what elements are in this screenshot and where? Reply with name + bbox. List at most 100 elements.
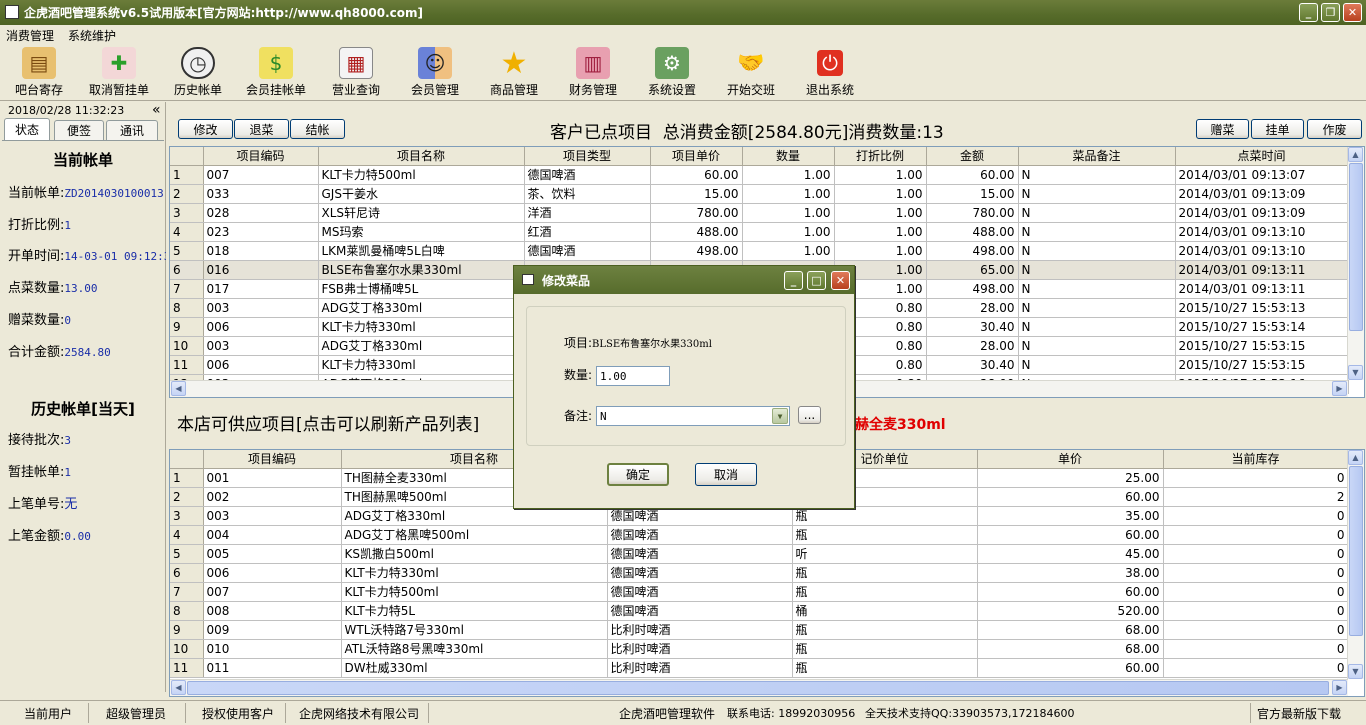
column-header[interactable]: 项目单价 [650,147,743,166]
modify-button[interactable]: 修改 [178,119,233,139]
window-title: 企虎酒吧管理系统v6.5试用版本[官方网站:http://www.qh8000.… [24,6,424,20]
column-header[interactable]: 菜品备注 [1018,147,1176,166]
supply-title[interactable]: 本店可供应项目[点击可以刷新产品列表] [177,410,479,435]
power-icon: ⏻ [817,50,843,76]
table-cell: 498.00 [650,241,743,261]
table-cell: 60.00 [926,165,1019,185]
query-button[interactable]: ▦ 营业查询 [317,47,395,99]
row-number: 6 [170,563,204,583]
item-value: BLSE布鲁塞尔水果330ml [592,339,712,350]
scroll-up-icon[interactable]: ▲ [1348,450,1363,465]
table-row[interactable]: 1 007 KLT卡力特500ml 德国啤酒 60.00 1.00 1.00 60.00 N 20… [170,165,1349,185]
column-header[interactable]: 项目类型 [524,147,651,166]
column-header[interactable]: 点菜时间 [1175,147,1349,166]
exit-button[interactable]: ⏻ 退出系统 [791,47,869,99]
minimize-button[interactable]: _ [1299,3,1318,22]
storage-button[interactable]: ▤ 吧台寄存 [0,47,78,99]
table-cell: 瓶 [792,563,978,583]
dialog-minimize-button[interactable]: _ [784,271,803,290]
history-button[interactable]: ◷ 历史帐单 [159,47,237,99]
cancel-hold-icon: ✚ [102,47,136,79]
table-row[interactable]: 9 009 WTL沃特路7号330ml 比利时啤酒瓶 68.00 0 [170,620,1349,640]
download-link[interactable]: 官方最新版下载 [1257,705,1341,722]
scroll-right-icon[interactable]: ▶ [1332,680,1347,695]
scroll-thumb[interactable] [1349,466,1363,636]
supply-hscroll[interactable]: ◀ ▶ [170,679,1348,696]
qty-input[interactable]: 1.00 [596,366,670,386]
cancel-button[interactable]: 取消 [695,463,757,486]
table-cell: 2014/03/01 09:13:07 [1175,165,1349,185]
tab-status[interactable]: 状态 [4,118,50,140]
scroll-down-icon[interactable]: ▼ [1348,365,1363,380]
finance-button[interactable]: ▥ 财务管理 [554,47,632,99]
member-mgmt-button[interactable]: ☺ 会员管理 [396,47,474,99]
column-header[interactable]: 数量 [742,147,835,166]
orders-vscroll[interactable]: ▲ ▼ [1347,147,1364,380]
table-row[interactable]: 3 028 XLS轩尼诗 洋酒 780.00 1.00 1.00 780.00 N 2014/03… [170,203,1349,223]
tab-comm[interactable]: 通讯 [106,120,158,140]
maximize-button[interactable]: ❐ [1321,3,1340,22]
note-select[interactable]: N ▼ [596,406,790,426]
scroll-thumb[interactable] [1349,163,1363,331]
menu-consumption[interactable]: 消费管理 [6,27,54,44]
column-header[interactable]: 项目编码 [203,450,342,469]
column-header[interactable]: 当前库存 [1163,450,1349,469]
table-cell: 60.00 [977,658,1164,678]
table-row[interactable]: 11 011 DW杜威330ml 比利时啤酒瓶 60.00 0 [170,658,1349,678]
table-cell: 0 [1163,506,1349,526]
scroll-down-icon[interactable]: ▼ [1348,664,1363,679]
row-number: 1 [170,165,204,185]
column-header[interactable]: 单价 [977,450,1164,469]
scroll-left-icon[interactable]: ◀ [171,381,186,396]
hold-button[interactable]: 挂单 [1251,119,1304,139]
table-cell: 017 [203,279,319,299]
table-cell: 003 [203,298,319,318]
return-button[interactable]: 退菜 [234,119,289,139]
table-cell: 1.00 [834,241,927,261]
tab-notes[interactable]: 便签 [54,120,104,140]
storage-icon: ▤ [22,47,56,79]
checkout-button[interactable]: 结帐 [290,119,345,139]
table-cell: 60.00 [977,487,1164,507]
cancel-hold-button[interactable]: ✚ 取消暂挂单 [80,47,158,99]
hscroll-thumb[interactable] [187,681,1329,695]
dialog-title-bar: 修改菜品 _ □ ✕ [514,266,854,294]
table-row[interactable]: 5 005 KS凯撒白500ml 德国啤酒听 45.00 0 [170,544,1349,564]
dialog-close-button[interactable]: ✕ [831,271,850,290]
shift-button[interactable]: 🤝 开始交班 [712,47,790,99]
table-row[interactable]: 8 008 KLT卡力特5L 德国啤酒桶 520.00 0 [170,601,1349,621]
column-header[interactable]: 项目编码 [203,147,319,166]
member-bill-button[interactable]: $ 会员挂帐单 [237,47,315,99]
more-button[interactable]: ... [798,406,821,424]
table-row[interactable]: 6 006 KLT卡力特330ml 德国啤酒瓶 38.00 0 [170,563,1349,583]
table-row[interactable]: 4 004 ADG艾丁格黑啤500ml 德国啤酒瓶 60.00 0 [170,525,1349,545]
collapse-icon[interactable]: « [152,102,161,118]
dialog-app-icon [522,274,534,285]
column-header[interactable]: 金额 [926,147,1019,166]
table-row[interactable]: 7 007 KLT卡力特500ml 德国啤酒瓶 60.00 0 [170,582,1349,602]
chevron-down-icon[interactable]: ▼ [772,408,788,424]
goods-button[interactable]: ★ 商品管理 [475,46,553,99]
table-cell: 2014/03/01 09:13:10 [1175,222,1349,242]
gift-button[interactable]: 赠菜 [1196,119,1249,139]
close-button[interactable]: ✕ [1343,3,1362,22]
scroll-up-icon[interactable]: ▲ [1348,147,1363,162]
table-row[interactable]: 5 018 LKM莱凯曼桶啤5L白啤 德国啤酒 498.00 1.00 1.00 498.00… [170,241,1349,261]
table-cell: 1.00 [742,184,835,204]
ok-button[interactable]: 确定 [607,463,669,486]
table-cell: 001 [203,468,342,488]
scroll-right-icon[interactable]: ▶ [1332,381,1347,396]
table-cell: 30.40 [926,355,1019,375]
void-button[interactable]: 作废 [1307,119,1362,139]
dialog-maximize-button[interactable]: □ [807,271,826,290]
settings-button[interactable]: ⚙ 系统设置 [633,47,711,99]
supply-vscroll[interactable]: ▲ ▼ [1347,450,1364,679]
table-row[interactable]: 2 033 GJS干姜水 茶、饮料 15.00 1.00 1.00 15.00 N 2014/03… [170,184,1349,204]
menu-system[interactable]: 系统维护 [68,27,116,44]
scroll-left-icon[interactable]: ◀ [171,680,186,695]
table-row[interactable]: 10 010 ATL沃特路8号黑啤330ml 比利时啤酒瓶 68.00 0 [170,639,1349,659]
current-bill-row: 当前帐单:ZD2014030100013 [8,186,164,201]
column-header[interactable]: 打折比例 [834,147,927,166]
column-header[interactable]: 项目名称 [318,147,525,166]
table-row[interactable]: 4 023 MS玛索 红酒 488.00 1.00 1.00 488.00 N 2014/03/0… [170,222,1349,242]
